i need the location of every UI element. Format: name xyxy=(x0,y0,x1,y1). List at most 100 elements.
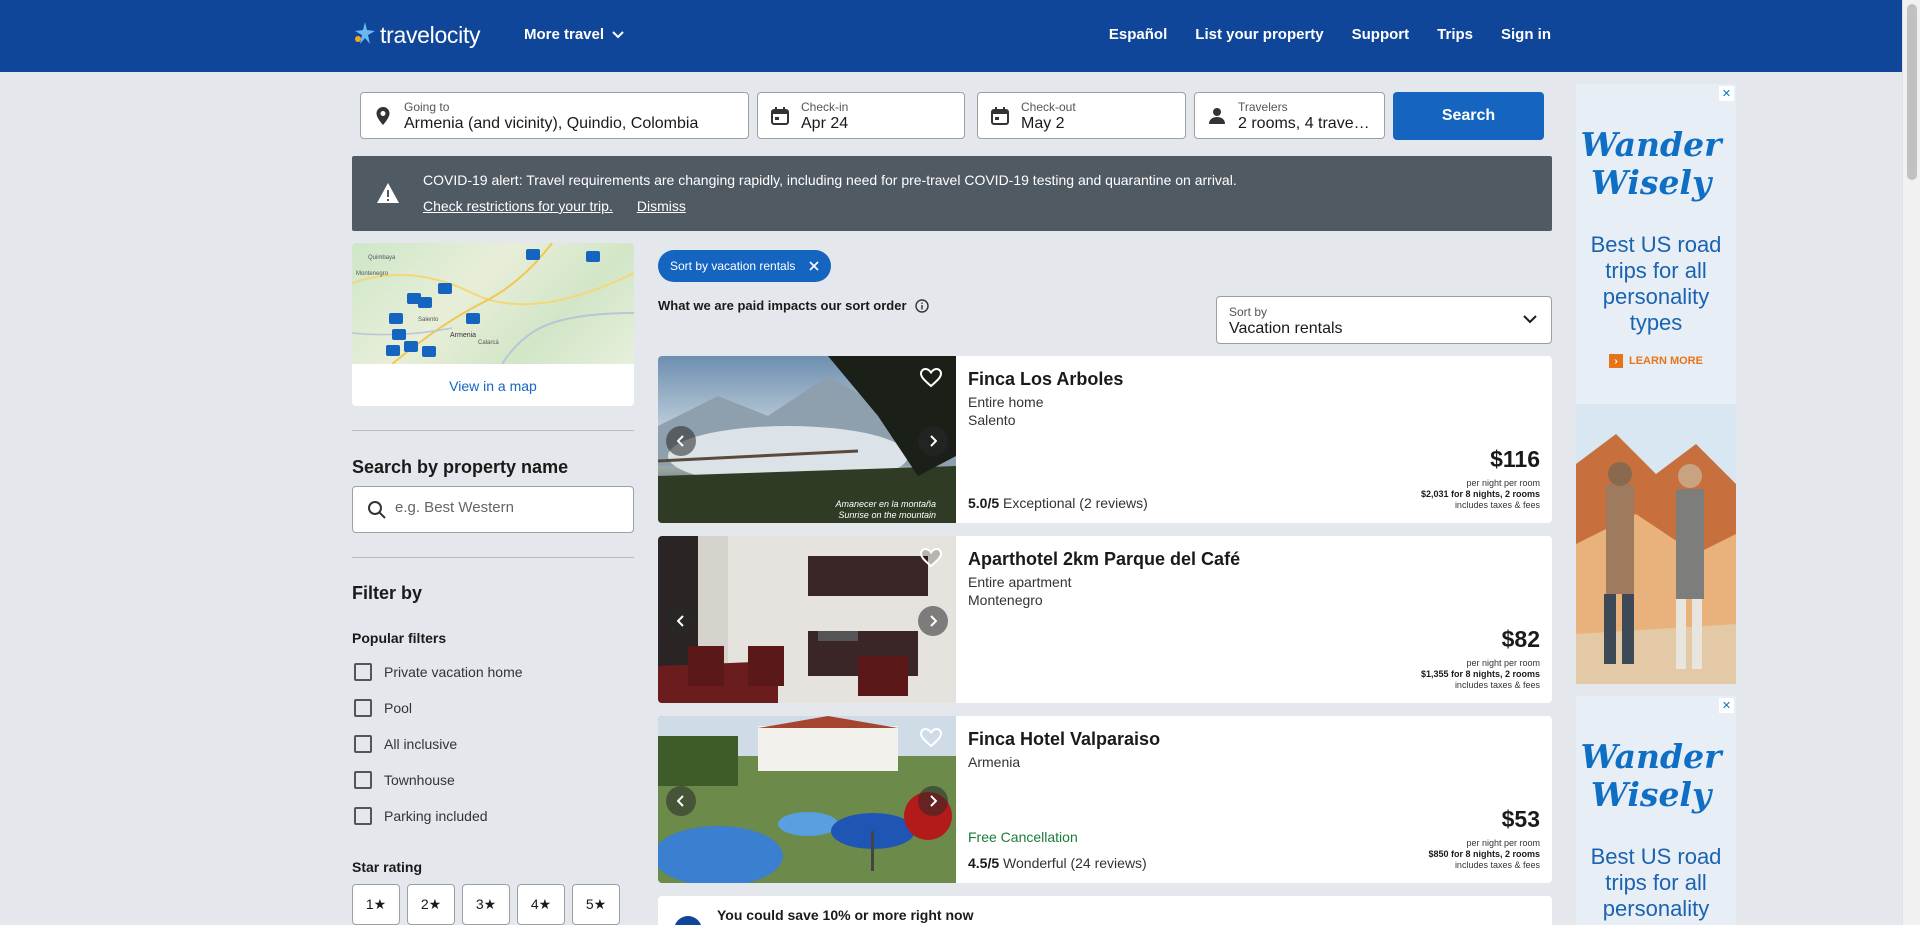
checkbox[interactable] xyxy=(354,699,372,717)
price-total: $850 for 8 nights, 2 rooms xyxy=(1428,849,1540,859)
savings-icon xyxy=(674,916,702,925)
checkbox[interactable] xyxy=(354,663,372,681)
view-in-map-link[interactable]: View in a map xyxy=(352,378,634,394)
top-header: travelocity More travel Español List you… xyxy=(0,0,1902,72)
sidebar-divider xyxy=(352,557,634,558)
heart-icon[interactable] xyxy=(920,368,942,388)
photo-prev-button[interactable] xyxy=(666,426,696,456)
rating-text: Wonderful (24 reviews) xyxy=(1003,855,1147,871)
checkbox[interactable] xyxy=(354,807,372,825)
nav-support-link[interactable]: Support xyxy=(1352,26,1410,43)
filter-private-vacation-home[interactable]: Private vacation home xyxy=(354,663,523,681)
price-taxes-note: includes taxes & fees xyxy=(1454,680,1540,690)
travelocity-logo[interactable]: travelocity xyxy=(352,20,481,50)
chevron-left-icon xyxy=(677,435,684,447)
checkin-field[interactable]: Check-in Apr 24 xyxy=(757,92,965,139)
ad-brand: Wander Wisely xyxy=(1580,737,1722,814)
checkout-label: Check-out xyxy=(1021,100,1076,114)
nav-sign-in-link[interactable]: Sign in xyxy=(1501,26,1551,43)
sort-vacation-rentals-chip[interactable]: Sort by vacation rentals xyxy=(658,250,832,282)
map-label-salento: Salento xyxy=(418,317,439,323)
property-card-finca-los-arboles[interactable]: Amanecer en la montaña Sunrise on the mo… xyxy=(658,356,1552,523)
dismiss-alert-link[interactable]: Dismiss xyxy=(637,198,686,214)
page-scrollbar[interactable] xyxy=(1902,0,1920,925)
check-restrictions-link[interactable]: Check restrictions for your trip. xyxy=(423,198,613,214)
checkin-value: Apr 24 xyxy=(801,115,849,132)
checkbox[interactable] xyxy=(354,735,372,753)
property-rating: 5.0/5 Exceptional (2 reviews) xyxy=(968,495,1148,511)
property-photo[interactable] xyxy=(658,536,956,703)
map-label-montenegro: Montenegro xyxy=(356,271,389,277)
price-total: $1,355 for 8 nights, 2 rooms xyxy=(1420,669,1540,679)
travelers-field[interactable]: Travelers 2 rooms, 4 travelers xyxy=(1194,92,1385,139)
more-travel-label: More travel xyxy=(524,26,605,43)
going-to-field[interactable]: Going to Armenia (and vicinity), Quindio… xyxy=(360,92,749,139)
paid-sort-note: What we are paid impacts our sort order xyxy=(658,298,929,313)
price-taxes-note: includes taxes & fees xyxy=(1454,500,1540,510)
more-travel-menu[interactable]: More travel xyxy=(524,26,624,43)
photo-next-button[interactable] xyxy=(918,426,948,456)
ad-learn-more-link[interactable]: › LEARN MORE xyxy=(1609,354,1703,368)
property-name[interactable]: Aparthotel 2km Parque del Café xyxy=(968,549,1240,570)
photo-kitchen xyxy=(658,536,956,703)
close-icon[interactable] xyxy=(809,261,819,271)
ad-close-icon[interactable]: ✕ xyxy=(1719,698,1734,713)
filter-all-inclusive[interactable]: All inclusive xyxy=(354,735,457,753)
advertisement-wander-wisely-2[interactable]: ✕ Wander Wisely Best US road trips for a… xyxy=(1576,696,1736,925)
ad-copy: Best US road trips for all personality xyxy=(1590,844,1722,921)
sort-by-label: Sort by xyxy=(1229,305,1268,319)
filter-label: Parking included xyxy=(384,808,488,824)
chevron-left-icon xyxy=(677,795,684,807)
savings-banner[interactable]: You could save 10% or more right now xyxy=(658,896,1552,925)
chevron-right-icon xyxy=(930,615,937,627)
search-button[interactable]: Search xyxy=(1393,92,1544,140)
property-card-finca-hotel-valparaiso[interactable]: Finca Hotel Valparaiso Armenia Free Canc… xyxy=(658,716,1552,883)
covid-alert-banner: COVID-19 alert: Travel requirements are … xyxy=(352,156,1552,231)
star-1-button[interactable]: 1★ xyxy=(352,884,400,925)
property-photo[interactable] xyxy=(658,716,956,883)
going-to-value: Armenia (and vicinity), Quindio, Colombi… xyxy=(404,115,699,132)
property-price: $53 xyxy=(1501,806,1540,832)
nav-trips-link[interactable]: Trips xyxy=(1437,26,1473,43)
property-photo[interactable]: Amanecer en la montaña Sunrise on the mo… xyxy=(658,356,956,523)
property-name-input[interactable] xyxy=(395,499,615,516)
map-preview-card[interactable]: Salento Armenia Calarcá Montenegro Quimb… xyxy=(352,243,634,406)
property-name[interactable]: Finca Hotel Valparaiso xyxy=(968,729,1160,750)
nav-espanol-link[interactable]: Español xyxy=(1109,26,1167,43)
property-name-search[interactable] xyxy=(352,486,634,533)
chevron-down-icon xyxy=(612,30,624,38)
property-name[interactable]: Finca Los Arboles xyxy=(968,369,1123,390)
property-location: Montenegro xyxy=(968,592,1043,608)
chevron-right-icon xyxy=(930,435,937,447)
star-5-button[interactable]: 5★ xyxy=(572,884,620,925)
property-card-aparthotel-2km[interactable]: Aparthotel 2km Parque del Café Entire ap… xyxy=(658,536,1552,703)
info-icon[interactable] xyxy=(914,298,929,313)
photo-prev-button[interactable] xyxy=(666,606,696,636)
star-4-button[interactable]: 4★ xyxy=(517,884,565,925)
star-3-button[interactable]: 3★ xyxy=(462,884,510,925)
star-2-button[interactable]: 2★ xyxy=(407,884,455,925)
map-thumbnail[interactable]: Salento Armenia Calarcá Montenegro Quimb… xyxy=(352,243,634,365)
warning-icon xyxy=(377,183,399,203)
photo-caption: Amanecer en la montaña Sunrise on the mo… xyxy=(835,499,936,520)
photo-next-button[interactable] xyxy=(918,786,948,816)
checkbox[interactable] xyxy=(354,771,372,789)
property-location: Salento xyxy=(968,412,1016,428)
photo-prev-button[interactable] xyxy=(666,786,696,816)
scrollbar-thumb[interactable] xyxy=(1907,4,1917,180)
ad-close-icon[interactable]: ✕ xyxy=(1719,86,1734,101)
heart-icon[interactable] xyxy=(920,728,942,748)
heart-icon[interactable] xyxy=(920,548,942,568)
sort-by-select[interactable]: Sort by Vacation rentals xyxy=(1216,296,1552,344)
map-label-armenia: Armenia xyxy=(450,332,477,339)
checkout-field[interactable]: Check-out May 2 xyxy=(977,92,1186,139)
filter-townhouse[interactable]: Townhouse xyxy=(354,771,455,789)
property-type: Entire home xyxy=(968,394,1044,410)
free-cancellation-label: Free Cancellation xyxy=(968,829,1078,845)
filter-parking-included[interactable]: Parking included xyxy=(354,807,488,825)
filter-pool[interactable]: Pool xyxy=(354,699,412,717)
photo-next-button[interactable] xyxy=(918,606,948,636)
nav-list-property-link[interactable]: List your property xyxy=(1195,26,1323,43)
filter-label: Townhouse xyxy=(384,772,455,788)
advertisement-wander-wisely[interactable]: ✕ Wander Wisely Best US road trips for a… xyxy=(1576,84,1736,684)
